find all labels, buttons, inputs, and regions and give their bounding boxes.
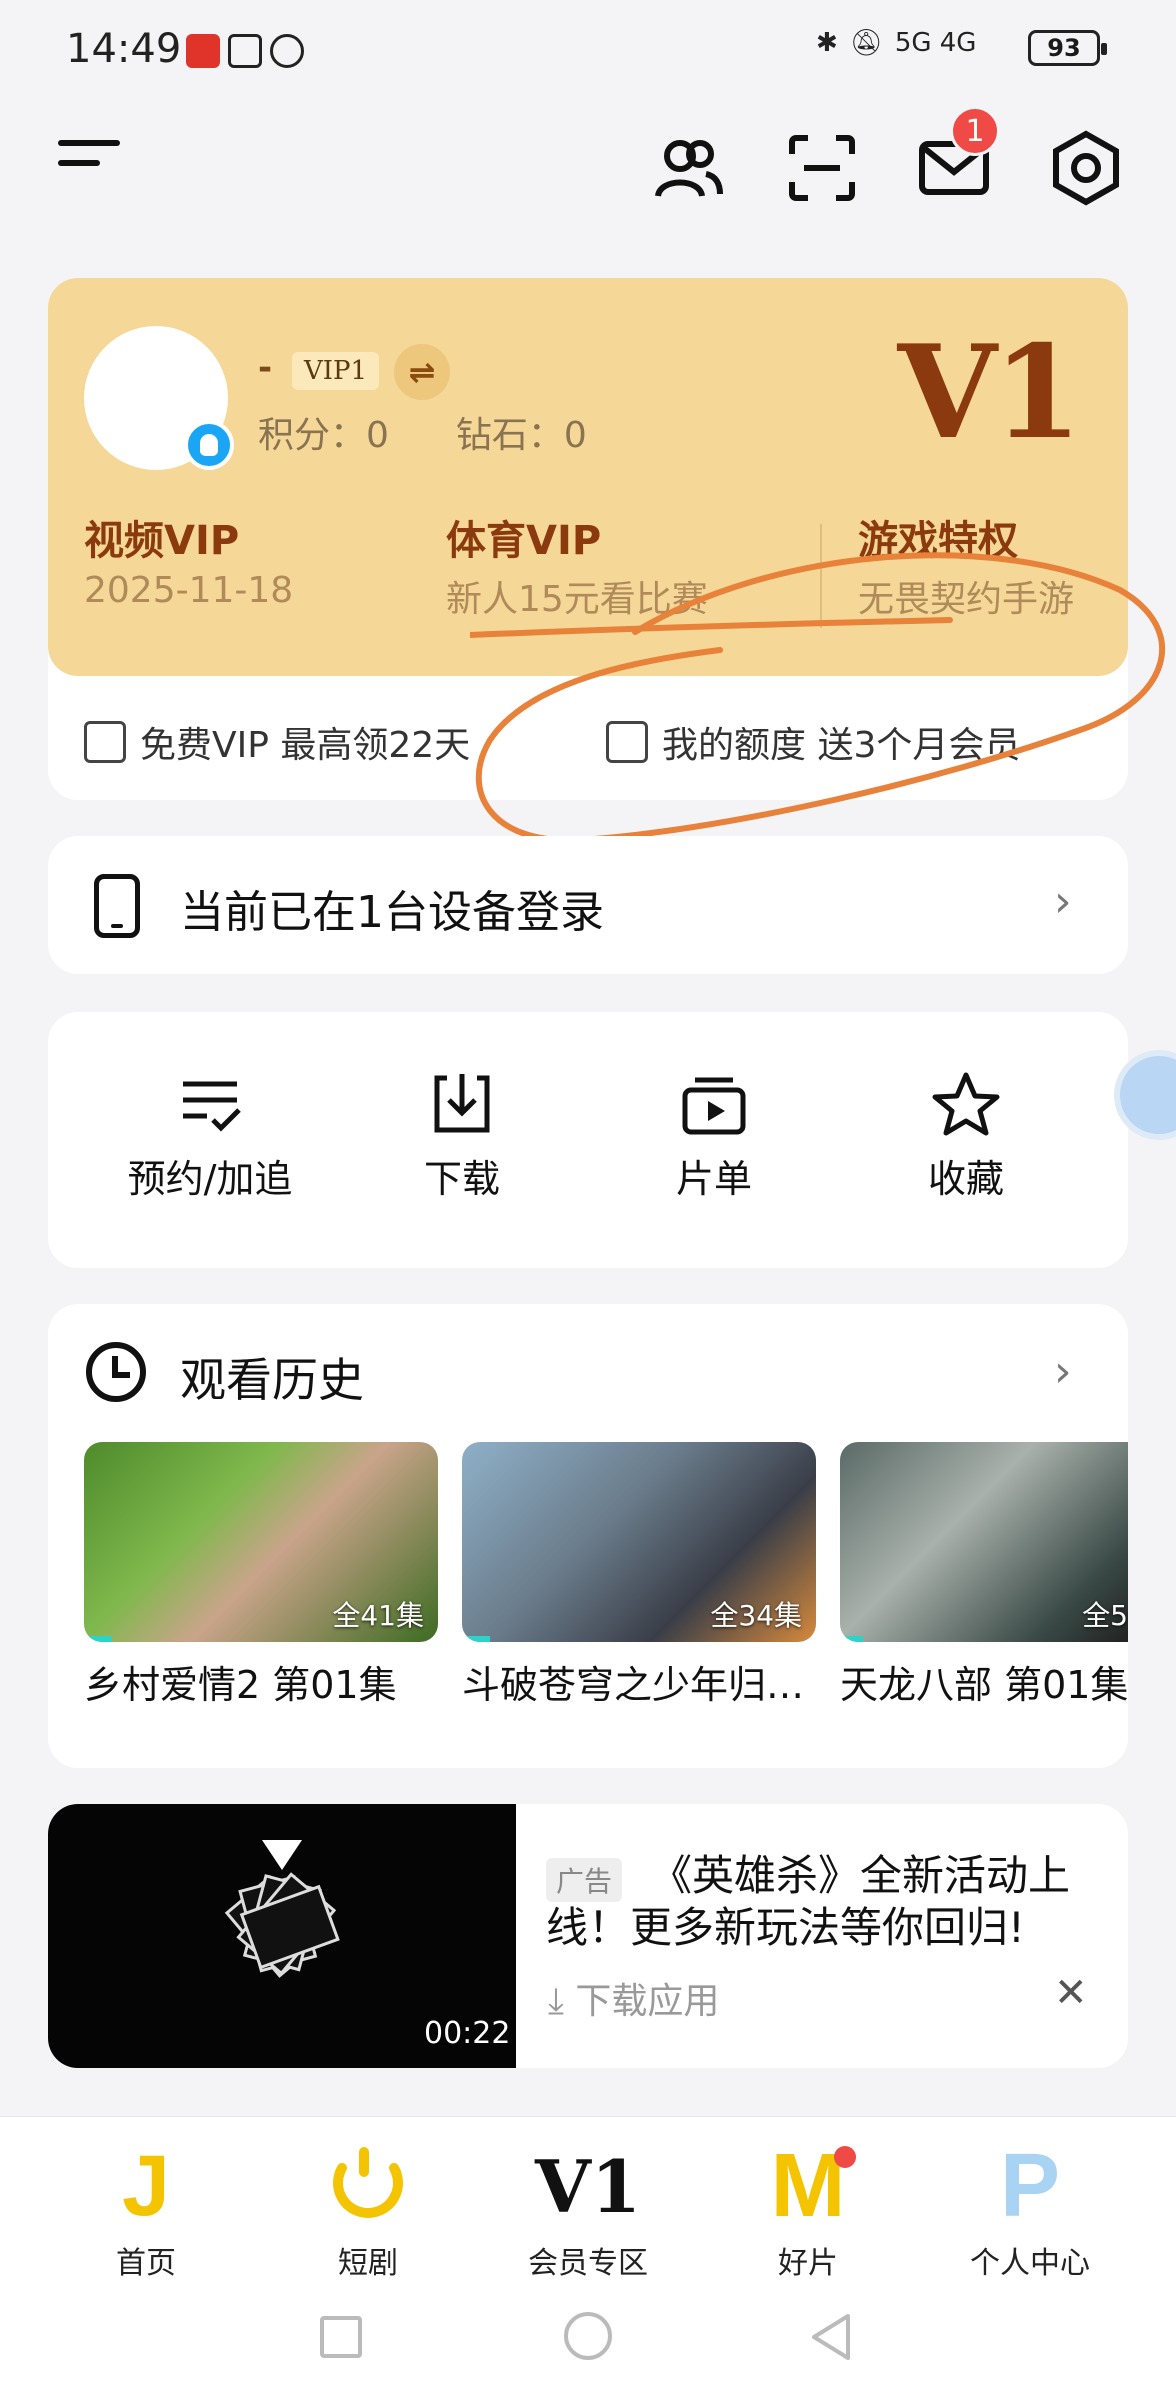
action-label: 预约/加追	[127, 1157, 293, 1201]
perk-free-vip[interactable]: 免费VIP 最高领22天	[84, 716, 470, 768]
watch-progress	[84, 1636, 113, 1642]
phone-icon	[94, 874, 140, 938]
profile-logo: P	[999, 2135, 1061, 2236]
battery-indicator: 93	[1028, 30, 1107, 66]
qq-icon	[184, 420, 234, 470]
chevron-right-icon[interactable]: ›	[1054, 1346, 1072, 1397]
vip-zone-logo: V1	[535, 2143, 641, 2229]
mute-icon: 🔕︎	[849, 28, 883, 58]
points-row: 积分：0 钻石：0	[258, 406, 587, 458]
episode-count: 全5	[1082, 1599, 1128, 1632]
history-title[interactable]: 天龙八部 第01集	[840, 1654, 1128, 1709]
download-icon	[434, 1074, 490, 1133]
video-vip-expiry: 2025-11-18	[84, 570, 294, 611]
clock-icon	[86, 1342, 146, 1402]
watch-progress	[840, 1636, 864, 1642]
nav-label: 短剧	[338, 2246, 398, 2281]
action-playlist[interactable]: 片单	[614, 1070, 814, 1203]
nav-label: 个人中心	[970, 2246, 1090, 2281]
action-label: 收藏	[927, 1157, 1004, 1201]
nav-label: 好片	[778, 2246, 838, 2281]
good-films-logo: M	[718, 2136, 898, 2236]
perk-free-vip-label: 免费VIP 最高领22天	[140, 725, 471, 766]
nav-label: 会员专区	[528, 2246, 648, 2281]
notification-dot	[834, 2146, 856, 2168]
action-label: 片单	[675, 1157, 752, 1201]
username: -	[258, 348, 273, 388]
close-icon[interactable]: ✕	[1054, 1970, 1088, 2016]
nav-good-films[interactable]: M 好片	[718, 2136, 898, 2282]
nav-label: 首页	[116, 2246, 176, 2281]
bluetooth-icon: ✱	[816, 28, 838, 58]
action-reserve[interactable]: 预约/加追	[110, 1070, 310, 1203]
nav-short-drama[interactable]: 短剧	[278, 2140, 458, 2282]
app-notification-icon	[186, 34, 220, 68]
level-badge: V1	[897, 318, 1082, 468]
scan-icon[interactable]	[784, 130, 860, 206]
menu-icon[interactable]	[58, 140, 122, 190]
network-signal: 5G 4G	[894, 28, 977, 58]
nav-vip-zone[interactable]: V1 会员专区	[498, 2140, 678, 2282]
settings-icon[interactable]	[1048, 130, 1124, 206]
episode-count: 全34集	[710, 1599, 802, 1632]
history-thumbnail[interactable]: 全34集	[462, 1442, 816, 1642]
action-favorites[interactable]: 收藏	[866, 1070, 1066, 1203]
checklist-icon	[183, 1081, 241, 1132]
chevron-right-icon: ›	[1054, 876, 1072, 927]
friends-icon[interactable]	[650, 130, 726, 206]
ad-tag: 广告	[546, 1858, 623, 1902]
switch-account-icon[interactable]: ⇌	[394, 344, 450, 400]
calendar-check-icon	[84, 721, 126, 763]
points-label: 积分：0	[258, 415, 389, 456]
ad-text[interactable]: 《英雄杀》全新活动上线！更多新玩法等你回归!	[546, 1850, 1106, 1954]
alarm-icon	[270, 34, 304, 68]
watch-progress	[462, 1636, 491, 1642]
nav-home[interactable]: J 首页	[56, 2137, 236, 2282]
star-icon	[932, 1072, 1000, 1136]
status-right-icons: ✱ 🔕︎ 5G 4G	[816, 28, 976, 58]
action-download[interactable]: 下载	[362, 1070, 562, 1203]
ad-duration: 00:22	[424, 2016, 511, 2051]
mail-badge: 1	[950, 106, 1000, 156]
history-title[interactable]: 乡村爱情2 第01集	[84, 1654, 438, 1709]
action-label: 下载	[423, 1157, 500, 1201]
history-thumbnail[interactable]: 全5	[840, 1442, 1128, 1642]
home-button[interactable]	[564, 2312, 612, 2360]
download-icon: ⤓	[548, 1981, 564, 2022]
nfc-icon	[228, 34, 262, 68]
ad-download-label: 下载应用	[575, 1981, 720, 2022]
status-time: 14:49	[66, 26, 182, 72]
history-thumbnail[interactable]: 全41集	[84, 1442, 438, 1642]
jump-park-logo: J	[122, 2137, 170, 2234]
history-title[interactable]: 斗破苍穹之少年归…	[462, 1654, 816, 1709]
watch-history-title[interactable]: 观看历史	[180, 1344, 364, 1410]
playlist-icon	[682, 1077, 746, 1135]
vip-level-tag: VIP1	[292, 352, 380, 390]
diamonds-label: 钻石：0	[455, 415, 587, 456]
recent-apps-button[interactable]	[320, 2316, 362, 2358]
ad-download[interactable]: ⤓ 下载应用	[548, 1972, 719, 2024]
back-button[interactable]	[806, 2310, 856, 2364]
device-login-text: 当前已在1台设备登录	[180, 887, 604, 938]
nav-profile[interactable]: P 个人中心	[940, 2135, 1120, 2282]
video-vip-title[interactable]: 视频VIP	[84, 508, 239, 566]
short-drama-logo	[278, 2140, 458, 2232]
episode-count: 全41集	[332, 1599, 424, 1632]
